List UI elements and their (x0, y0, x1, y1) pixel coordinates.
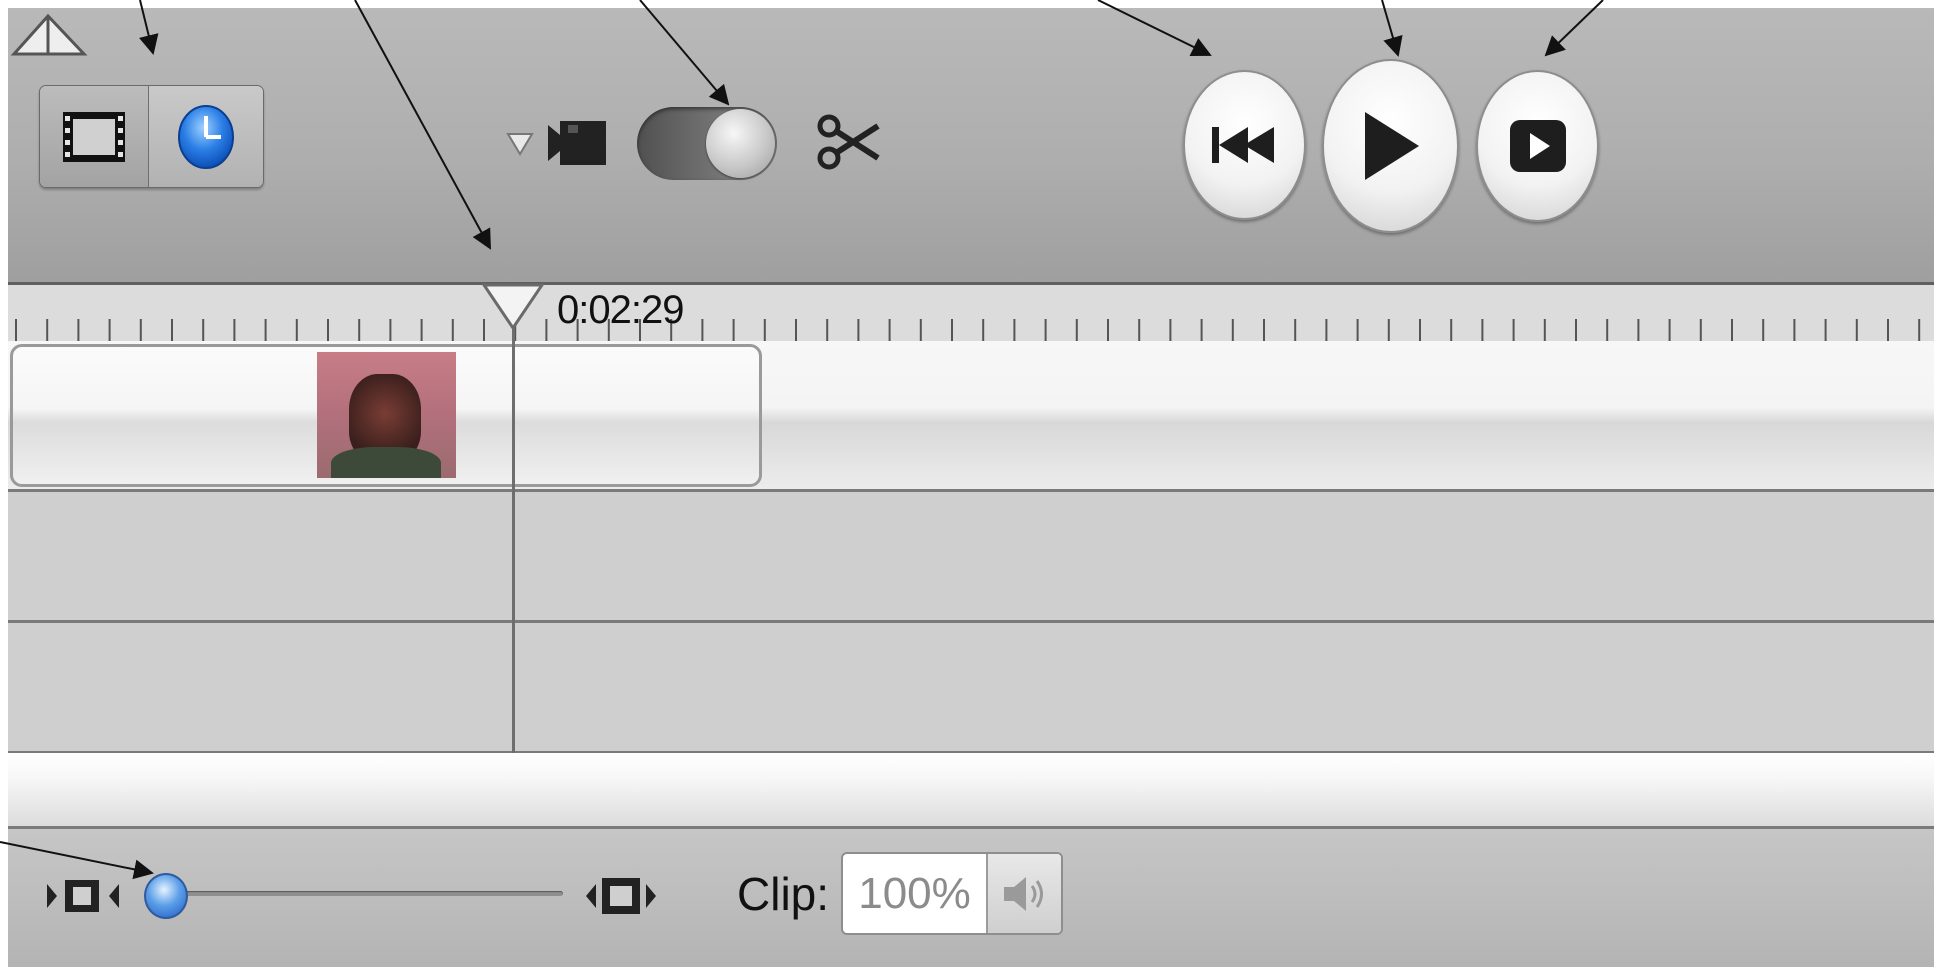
callout-arrow-playhead (354, 0, 491, 250)
callout-arrow-play (1381, 0, 1403, 57)
callout-arrow-view-toggle (138, 0, 159, 55)
callout-arrows (0, 0, 1604, 880)
callout-arrow-full-screen (1544, 0, 1604, 57)
callout-arrow-camera-switch (639, 0, 730, 106)
callout-arrow-zoom (0, 841, 154, 880)
callout-arrow-rewind (1097, 0, 1212, 57)
